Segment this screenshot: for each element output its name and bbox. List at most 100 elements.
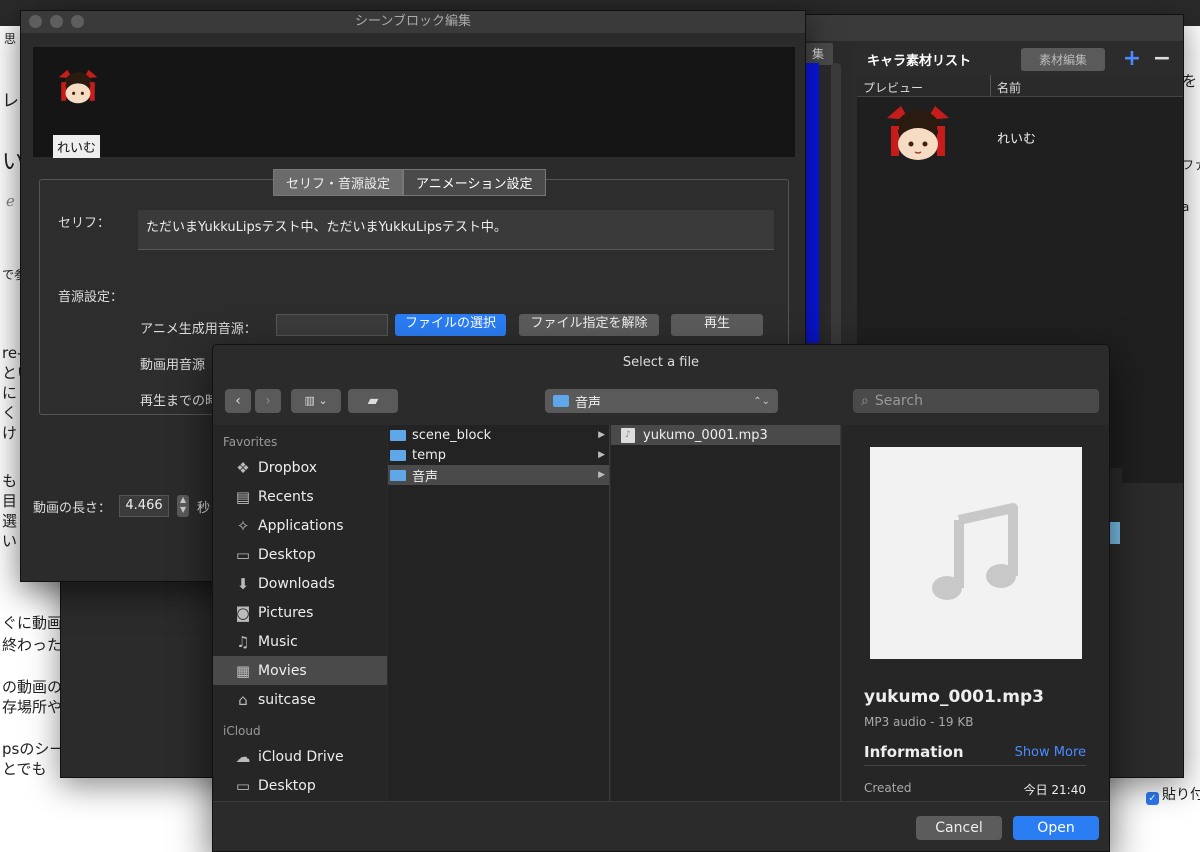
desktop-icon: ▭: [235, 545, 251, 564]
bg-text: を: [1182, 72, 1198, 90]
video-length-input[interactable]: 4.466: [119, 495, 170, 517]
serif-label: セリフ：: [58, 216, 111, 231]
bg-text: レ: [2, 91, 19, 111]
bg-text: とでも: [2, 760, 47, 778]
preview-file-kind: MP3 audio - 19 KB: [864, 715, 974, 729]
current-folder: 音声: [575, 395, 602, 411]
file-thumbnail: [870, 447, 1082, 659]
music-note-icon: [932, 503, 1018, 600]
select-file-button[interactable]: ファイルの選択: [395, 314, 506, 336]
anim-audio-field[interactable]: [276, 314, 388, 336]
bg-text: の動画の: [2, 678, 63, 696]
view-mode-button[interactable]: ▥ ⌄: [291, 389, 341, 413]
sidebar-item-dropbox[interactable]: ❖ Dropbox: [213, 453, 387, 482]
bg-text: 選: [2, 512, 18, 530]
folder-name: 音声: [412, 469, 439, 485]
created-value: 今日 21:40: [1023, 783, 1086, 797]
remove-icon[interactable]: −: [1151, 48, 1173, 70]
checkbox-label: 貼り付: [1162, 787, 1200, 803]
paste-checkbox[interactable]: ✓ 貼り付: [1146, 784, 1200, 805]
play-button[interactable]: 再生: [671, 314, 763, 336]
open-button[interactable]: Open: [1013, 816, 1099, 840]
column-name[interactable]: 名前: [991, 75, 1027, 96]
serif-text-field[interactable]: ただいまYukkuLipsテスト中、ただいまYukkuLipsテスト中。: [138, 210, 774, 250]
dropbox-icon: ❖: [236, 458, 250, 477]
timeline-blue-bar: [805, 63, 819, 343]
zoom-button[interactable]: [71, 15, 84, 28]
partial-tab[interactable]: 集: [803, 43, 833, 65]
clear-file-button[interactable]: ファイル指定を解除: [519, 314, 659, 336]
new-folder-icon: ▰: [367, 393, 379, 409]
favorites-header: Favorites: [223, 435, 278, 449]
sidebar-item-label: Recents: [258, 488, 314, 505]
sidebar-item-icloud-drive[interactable]: ☁ iCloud Drive: [213, 742, 387, 771]
character-row[interactable]: れいむ: [857, 97, 1183, 177]
tab-serif-audio[interactable]: セリフ・音源設定: [273, 169, 404, 196]
folder-name: scene_block: [412, 427, 492, 443]
sidebar-item-label: suitcase: [258, 691, 316, 708]
preview-column: yukumo_0001.mp3 MP3 audio - 19 KB Inform…: [842, 425, 1109, 801]
file-open-dialog: Select a file ‹ › ▥ ⌄ ▰ 音声 ⌃⌄ ⌕ Search F…: [212, 344, 1110, 852]
folder-row[interactable]: temp ▶: [388, 445, 609, 465]
dialog-sidebar: Favorites ❖ Dropbox ▤ Recents ✧ Application…: [213, 425, 387, 801]
settings-tabs: セリフ・音源設定 アニメーション設定: [273, 169, 546, 196]
back-button[interactable]: ‹: [225, 389, 251, 413]
scene-window-title: シーンブロック編集: [355, 14, 471, 29]
sidebar-item-home[interactable]: ⌂ suitcase: [213, 685, 387, 714]
sidebar-item-label: Applications: [258, 517, 344, 534]
file-name: yukumo_0001.mp3: [643, 427, 768, 443]
folder-column: scene_block ▶ temp ▶ 音声 ▶: [388, 425, 610, 801]
created-row: Created 今日 21:40: [864, 781, 1086, 798]
show-more-link[interactable]: Show More: [1015, 745, 1086, 760]
bg-text: く: [2, 404, 18, 422]
sidebar-item-desktop[interactable]: ▭ Desktop: [213, 540, 387, 569]
dialog-toolbar: ‹ › ▥ ⌄ ▰ 音声 ⌃⌄ ⌕ Search: [213, 381, 1109, 423]
sidebar-item-applications[interactable]: ✧ Applications: [213, 511, 387, 540]
folder-name: temp: [412, 447, 447, 463]
cancel-button[interactable]: Cancel: [916, 816, 1002, 840]
sidebar-item-downloads[interactable]: ⬇ Downloads: [213, 569, 387, 598]
forward-button[interactable]: ›: [255, 389, 281, 413]
sidebar-item-icloud-desktop[interactable]: ▭ Desktop: [213, 771, 387, 800]
sidebar-item-pictures[interactable]: ◙ Pictures: [213, 598, 387, 627]
chevron-right-icon: ▶: [598, 430, 605, 440]
new-folder-button[interactable]: ▰: [348, 389, 398, 413]
icloud-header: iCloud: [223, 724, 261, 738]
tab-animation[interactable]: アニメーション設定: [403, 169, 546, 196]
folder-row[interactable]: scene_block ▶: [388, 425, 609, 445]
search-input[interactable]: ⌕ Search: [853, 389, 1099, 413]
scene-titlebar: シーンブロック編集: [21, 11, 805, 33]
bg-text: に: [2, 384, 18, 402]
desktop-icon: ▭: [235, 776, 251, 795]
folder-row[interactable]: 音声 ▶: [388, 465, 609, 485]
minimize-button[interactable]: [50, 15, 63, 28]
folder-icon: [390, 449, 406, 461]
sidebar-item-movies[interactable]: ▦ Movies: [213, 656, 387, 685]
video-length-row: 動画の長さ： 4.466 ▲ ▼ 秒: [33, 495, 210, 517]
folder-icon: [390, 429, 406, 441]
file-row[interactable]: ♪ yukumo_0001.mp3: [611, 425, 840, 445]
column-preview[interactable]: プレビュー: [857, 75, 991, 96]
close-button[interactable]: [29, 15, 42, 28]
length-stepper[interactable]: ▲ ▼: [177, 495, 190, 517]
preview-file-name: yukumo_0001.mp3: [864, 687, 1044, 707]
path-popup[interactable]: 音声 ⌃⌄: [545, 389, 778, 413]
sidebar-item-label: Desktop: [258, 546, 316, 563]
file-column: ♪ yukumo_0001.mp3: [611, 425, 841, 801]
folder-icon: [390, 469, 406, 481]
cloud-icon: ☁: [235, 747, 251, 766]
created-label: Created: [864, 781, 912, 795]
video-length-label: 動画の長さ：: [33, 500, 112, 516]
audio-file-icon: ♪: [621, 427, 635, 443]
material-edit-button[interactable]: 素材編集: [1020, 47, 1105, 71]
sidebar-item-music[interactable]: ♫ Music: [213, 627, 387, 656]
bg-text: 思: [4, 32, 17, 46]
applications-icon: ✧: [236, 516, 250, 535]
reimu-avatar: [58, 69, 98, 104]
add-icon[interactable]: +: [1121, 48, 1143, 70]
sidebar-item-label: Dropbox: [258, 459, 317, 476]
updown-chevron-icon: ⌃⌄: [753, 395, 770, 407]
character-list-header: キャラ素材リスト 素材編集 + −: [857, 43, 1183, 75]
columns-view-icon: ▥ ⌄: [304, 394, 328, 407]
sidebar-item-recents[interactable]: ▤ Recents: [213, 482, 387, 511]
